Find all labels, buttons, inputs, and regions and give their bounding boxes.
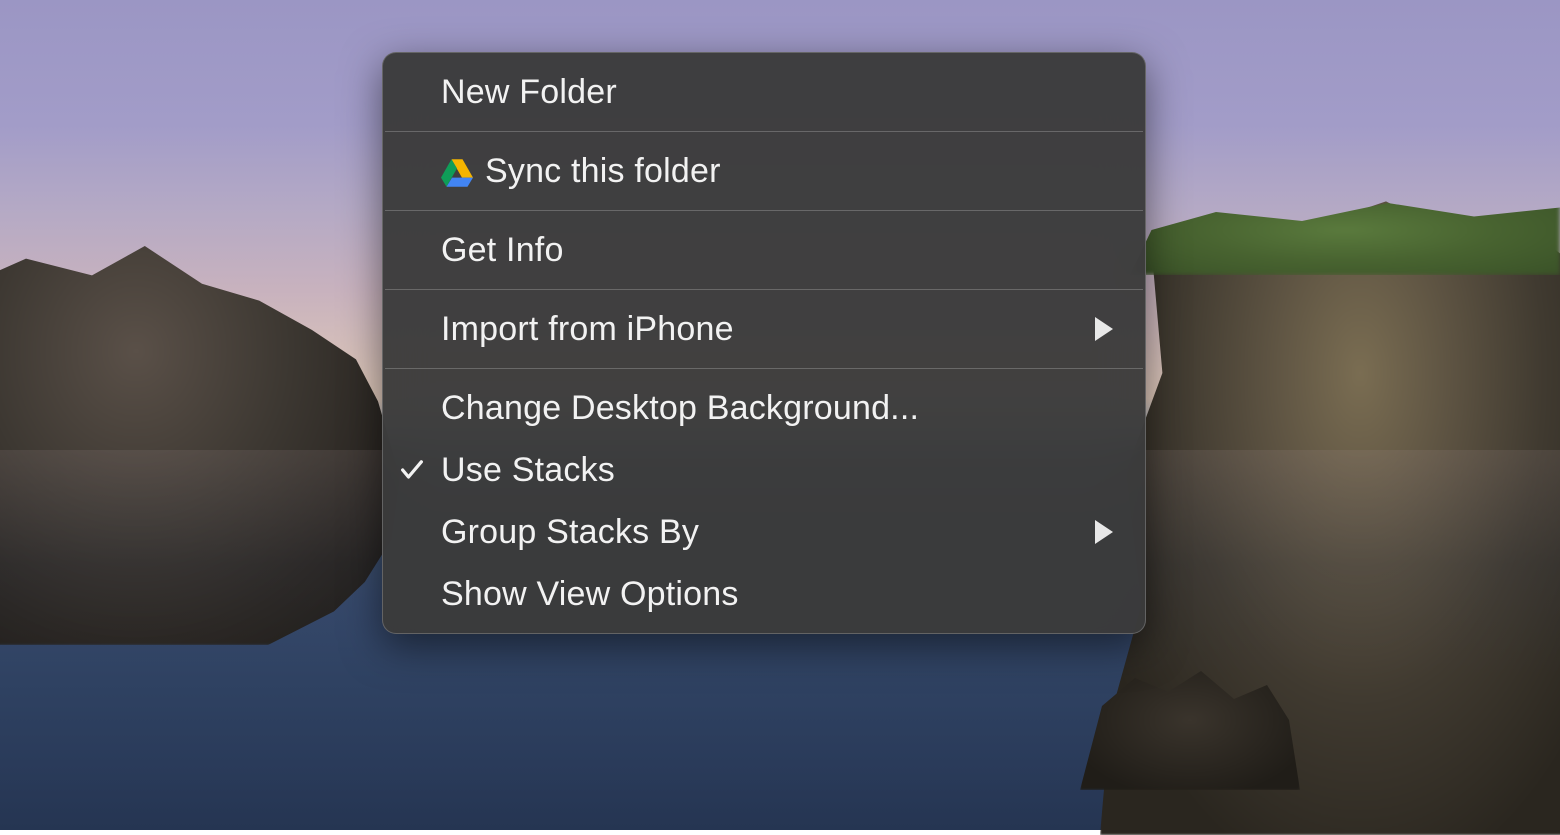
menu-label: New Folder (441, 73, 1113, 112)
checkmark-icon (398, 456, 426, 484)
menu-label: Show View Options (441, 575, 1113, 614)
menu-label: Sync this folder (485, 152, 1113, 191)
menu-separator (385, 289, 1143, 290)
menu-label: Use Stacks (441, 451, 1113, 490)
menu-item-group-stacks-by[interactable]: Group Stacks By (383, 501, 1145, 563)
menu-gutter (383, 456, 441, 484)
menu-item-change-desktop-background[interactable]: Change Desktop Background... (383, 377, 1145, 439)
submenu-arrow-icon (1095, 520, 1113, 544)
menu-label: Import from iPhone (441, 310, 1095, 349)
menu-item-use-stacks[interactable]: Use Stacks (383, 439, 1145, 501)
desktop-context-menu: New Folder Sync this folder Get Info Imp… (382, 52, 1146, 634)
menu-item-sync-this-folder[interactable]: Sync this folder (383, 140, 1145, 202)
menu-item-show-view-options[interactable]: Show View Options (383, 563, 1145, 625)
menu-label: Change Desktop Background... (441, 389, 1113, 428)
menu-label: Get Info (441, 231, 1113, 270)
menu-separator (385, 210, 1143, 211)
google-drive-icon (441, 157, 473, 185)
submenu-arrow-icon (1095, 317, 1113, 341)
menu-label: Group Stacks By (441, 513, 1095, 552)
wallpaper-island-vegetation (1130, 185, 1560, 275)
menu-item-import-from-iphone[interactable]: Import from iPhone (383, 298, 1145, 360)
menu-separator (385, 131, 1143, 132)
menu-separator (385, 368, 1143, 369)
menu-item-get-info[interactable]: Get Info (383, 219, 1145, 281)
menu-item-new-folder[interactable]: New Folder (383, 61, 1145, 123)
